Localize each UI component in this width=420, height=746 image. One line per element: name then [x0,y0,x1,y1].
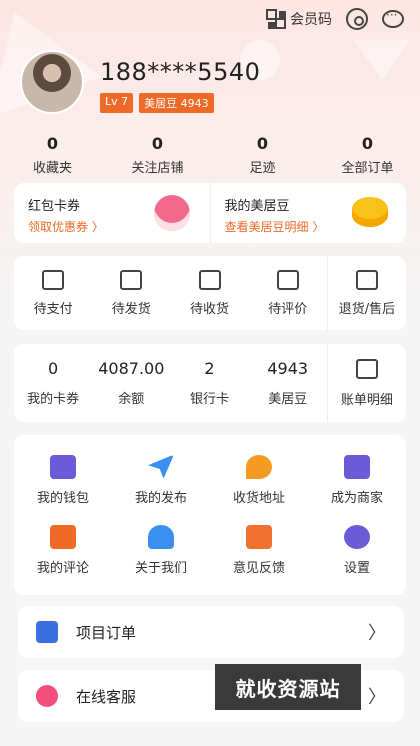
wallet-beans[interactable]: 4943 美居豆 [249,344,327,422]
stat-label: 足迹 [249,161,276,176]
smile-icon [36,685,58,707]
wallet-label: 我的卡券 [27,392,80,407]
box-out-icon [120,269,143,290]
grid-label: 我的钱包 [36,490,89,506]
stat-label: 全部订单 [341,161,394,176]
order-pending-payment[interactable]: 待支付 [14,256,92,330]
wallet-bank-cards[interactable]: 2 银行卡 [170,344,248,422]
edit-icon [246,524,272,549]
coin-stack-icon [352,197,388,227]
promo-card: 红包卡券 领取优惠券 〉 我的美居豆 查看美居豆明细 〉 [14,183,406,243]
order-pending-shipment[interactable]: 待发货 [92,256,170,330]
top-bar: 会员码 [266,8,404,30]
row-label: 项目订单 [76,623,137,642]
member-code-button[interactable]: 会员码 [266,9,332,29]
stat-value: 0 [361,134,374,153]
grid-my-posts[interactable]: 我的发布 [112,445,210,515]
avatar[interactable] [20,50,84,114]
wallet-value: 0 [48,359,59,378]
watermark: 就收资源站 [215,664,361,710]
bill-icon [355,358,378,379]
stat-all-orders[interactable]: 0 全部订单 [315,134,420,176]
grid-label: 设置 [343,560,370,576]
grid-label: 意见反馈 [232,560,285,576]
wallet-icon [42,269,65,290]
wallet-icon [50,454,76,479]
wallet-label: 余额 [118,392,145,407]
decorative-triangle [354,40,410,80]
order-label: 待支付 [33,301,73,317]
chevron-right-icon: 〉 [368,687,386,708]
stat-value: 0 [46,134,59,153]
wallet-balance[interactable]: 4087.00 余额 [92,344,170,422]
level-badge: Lv 7 [100,93,134,113]
chevron-right-icon: 〉 [368,623,386,644]
red-envelope-icon [153,195,190,231]
order-label: 待评价 [268,301,308,317]
wallet-card: 0 我的卡券 4087.00 余额 2 银行卡 4943 美居豆 账单明细 [14,344,406,422]
gear-icon [344,524,370,549]
map-pin-icon [246,454,272,479]
grid-label: 我的发布 [134,490,187,506]
stat-label: 收藏夹 [32,161,72,176]
settings-gear-icon[interactable] [346,8,368,30]
wallet-label: 银行卡 [190,392,230,407]
messages-icon[interactable] [382,8,404,28]
grid-label: 关于我们 [134,560,187,576]
stat-footprints[interactable]: 0 足迹 [210,134,315,176]
order-pending-receipt[interactable]: 待收货 [170,256,248,330]
project-orders-row[interactable]: 项目订单 〉 [18,606,404,658]
member-code-label: 会员码 [290,12,332,28]
grid-feedback[interactable]: 意见反馈 [210,515,308,585]
stats-row: 0 收藏夹 0 关注店铺 0 足迹 0 全部订单 [0,134,420,176]
order-label: 待收货 [190,301,230,317]
stat-followed-shops[interactable]: 0 关注店铺 [105,134,210,176]
users-icon [148,524,174,549]
order-refund-aftersale[interactable]: 退货/售后 [326,256,406,330]
beans-badge: 美居豆 4943 [139,93,214,113]
comment-icon [50,524,76,549]
grid-label: 收货地址 [232,490,285,506]
qr-code-icon [266,9,286,29]
stat-value: 0 [256,134,269,153]
wallet-bill-details[interactable]: 账单明细 [326,344,406,422]
document-icon [36,621,58,643]
wallet-label: 账单明细 [340,392,393,408]
stat-value: 0 [151,134,164,153]
grid-my-wallet[interactable]: 我的钱包 [14,445,112,515]
package-icon [198,269,221,290]
store-icon [344,454,370,479]
wallet-value: 4943 [267,359,309,378]
wallet-value: 4087.00 [98,359,165,378]
order-status-card: 待支付 待发货 待收货 待评价 退货/售后 [14,256,406,330]
coupon-entry[interactable]: 红包卡券 领取优惠券 〉 [14,183,210,243]
order-label: 退货/售后 [338,301,396,317]
services-grid: 我的钱包 我的发布 收货地址 成为商家 我的评论 关于我们 意见反馈 设置 [14,435,406,595]
beans-entry[interactable]: 我的美居豆 查看美居豆明细 〉 [209,183,407,243]
grid-about-us[interactable]: 关于我们 [112,515,210,585]
grid-my-comments[interactable]: 我的评论 [14,515,112,585]
grid-become-merchant[interactable]: 成为商家 [308,445,406,515]
paper-plane-icon [148,454,174,479]
wallet-label: 美居豆 [268,392,308,407]
grid-shipping-address[interactable]: 收货地址 [210,445,308,515]
stat-label: 关注店铺 [131,161,184,176]
grid-settings[interactable]: 设置 [308,515,406,585]
grid-label: 我的评论 [36,560,89,576]
grid-label: 成为商家 [330,490,383,506]
stat-favorites[interactable]: 0 收藏夹 [0,134,105,176]
badges: Lv 7 美居豆 4943 [100,93,214,113]
wallet-coupons[interactable]: 0 我的卡券 [14,344,92,422]
wallet-value: 2 [204,359,215,378]
order-pending-review[interactable]: 待评价 [249,256,327,330]
refund-icon [355,269,378,290]
comment-icon [276,269,299,290]
order-label: 待发货 [111,301,151,317]
user-phone: 188****5540 [100,58,261,86]
